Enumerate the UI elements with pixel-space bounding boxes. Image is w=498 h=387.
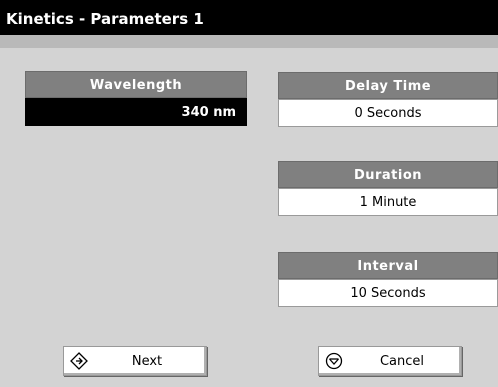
next-button-label: Next	[131, 353, 163, 369]
window-title: Kinetics - Parameters 1	[0, 0, 498, 35]
interval-value[interactable]: 10 Seconds	[278, 279, 498, 307]
interval-field[interactable]: Interval 10 Seconds	[278, 252, 498, 307]
cancel-button[interactable]: Cancel	[318, 346, 462, 376]
delay-time-value[interactable]: 0 Seconds	[278, 99, 498, 127]
interval-label: Interval	[278, 252, 498, 279]
next-button[interactable]: Next	[63, 346, 207, 376]
title-underline	[0, 35, 498, 48]
wavelength-value[interactable]: 340 nm	[25, 98, 247, 126]
delay-time-label: Delay Time	[278, 72, 498, 99]
wavelength-label: Wavelength	[25, 71, 247, 98]
duration-field[interactable]: Duration 1 Minute	[278, 161, 498, 216]
duration-label: Duration	[278, 161, 498, 188]
circle-chevron-down-icon	[325, 352, 343, 370]
wavelength-field[interactable]: Wavelength 340 nm	[25, 71, 247, 126]
delay-time-field[interactable]: Delay Time 0 Seconds	[278, 72, 498, 127]
duration-value[interactable]: 1 Minute	[278, 188, 498, 216]
cancel-button-label: Cancel	[379, 353, 425, 369]
diamond-enter-icon	[70, 352, 88, 370]
